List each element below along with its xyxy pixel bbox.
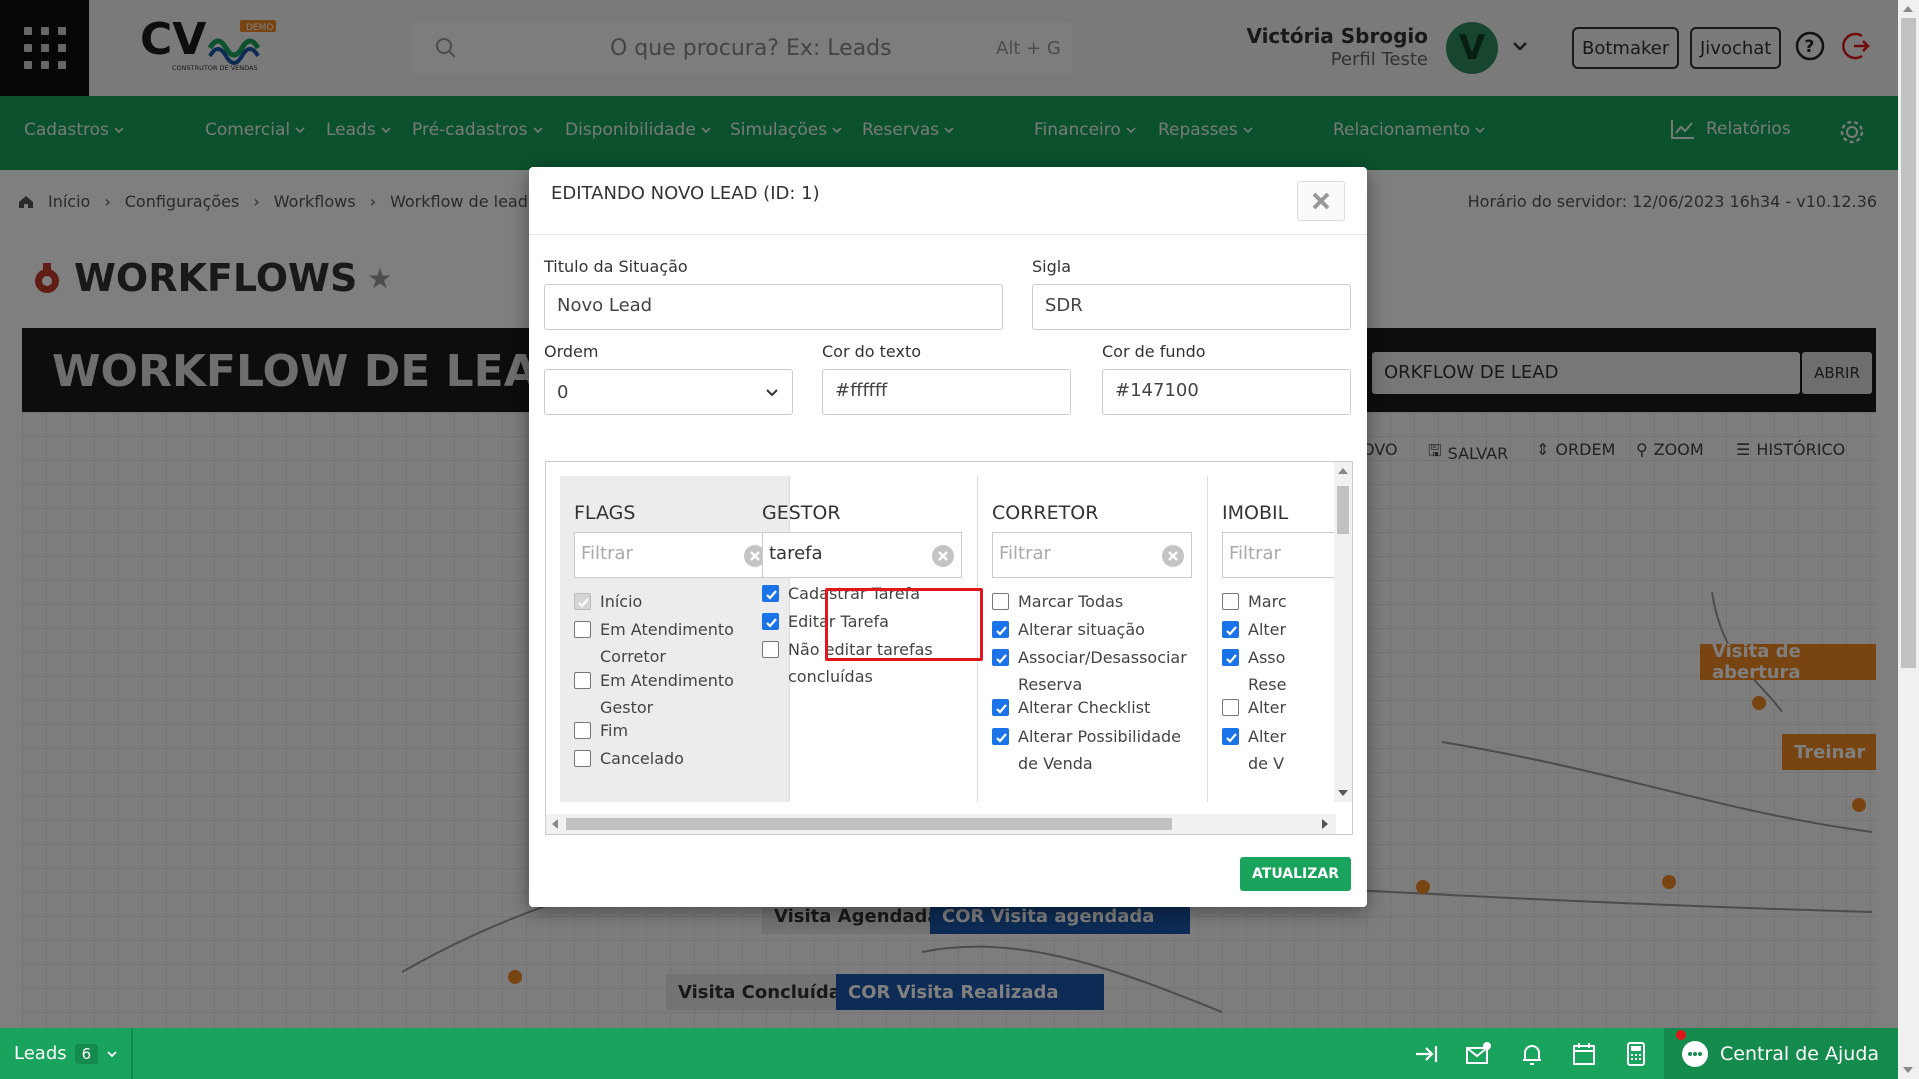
chevron-down-icon	[107, 1050, 117, 1057]
collapse-right-icon[interactable]	[1412, 1040, 1440, 1068]
titulo-label: Titulo da Situação	[544, 257, 688, 276]
mail-star-icon[interactable]	[1464, 1040, 1492, 1068]
perm-imob-marcar[interactable]: Marc	[1222, 588, 1348, 615]
gestor-filter-input[interactable]: tarefa	[762, 532, 962, 578]
page-scrollbar[interactable]	[1898, 0, 1919, 1079]
update-button[interactable]: ATUALIZAR	[1240, 857, 1351, 891]
calendar-icon[interactable]	[1570, 1040, 1598, 1068]
cor-texto-input[interactable]: #ffffff	[822, 369, 1071, 415]
modal-title: EDITANDO NOVO LEAD (ID: 1)	[551, 183, 820, 204]
close-button[interactable]	[1297, 181, 1345, 221]
calculator-icon[interactable]	[1622, 1040, 1650, 1068]
perm-corretor-alterar-situacao[interactable]: Alterar situação	[992, 616, 1202, 643]
column-title: CORRETOR	[992, 502, 1099, 524]
edit-status-modal: EDITANDO NOVO LEAD (ID: 1) Titulo da Sit…	[529, 167, 1367, 907]
sigla-label: Sigla	[1032, 257, 1072, 276]
cor-fundo-label: Cor de fundo	[1102, 342, 1206, 361]
leads-count-badge: 6	[74, 1043, 99, 1064]
imobiliaria-column: IMOBIL Filtrar Marc Alter Asso Rese Alte…	[1208, 476, 1348, 802]
help-center-button[interactable]: Central de Ajuda	[1664, 1028, 1898, 1079]
bell-icon[interactable]	[1518, 1040, 1546, 1068]
perm-corretor-alterar-possibilidade[interactable]: Alterar Possibilidade de Venda	[992, 723, 1202, 777]
column-title: GESTOR	[762, 502, 841, 524]
ordem-label: Ordem	[544, 342, 599, 361]
permissions-horizontal-scrollbar[interactable]	[546, 814, 1336, 834]
cor-texto-label: Cor do texto	[822, 342, 922, 361]
corretor-column: CORRETOR Filtrar Marcar Todas Alterar si…	[978, 476, 1208, 802]
corretor-filter-input[interactable]: Filtrar	[992, 532, 1192, 578]
perm-corretor-alterar-checklist[interactable]: Alterar Checklist	[992, 694, 1202, 721]
perm-imob-associar[interactable]: Asso Rese	[1222, 644, 1302, 698]
page-scrollbar-thumb[interactable]	[1901, 18, 1916, 668]
chevron-down-icon	[766, 389, 778, 397]
perm-imob-alterar-situacao[interactable]: Alter	[1222, 616, 1348, 643]
ordem-select[interactable]: 0	[544, 369, 793, 415]
bottom-bar: Leads 6 Central de Ajuda	[0, 1028, 1898, 1079]
perm-corretor-marcar-todas[interactable]: Marcar Todas	[992, 588, 1202, 615]
highlight-box	[825, 588, 983, 661]
column-title: FLAGS	[574, 502, 636, 524]
flags-filter-input[interactable]: Filtrar	[574, 532, 774, 578]
close-icon	[1312, 192, 1330, 210]
perm-imob-alterar-possibilidade[interactable]: Alter de V	[1222, 723, 1302, 777]
cor-fundo-input[interactable]: #147100	[1102, 369, 1351, 415]
perm-corretor-associar-reserva[interactable]: Associar/Desassociar Reserva	[992, 644, 1202, 698]
perm-imob-alterar-checklist[interactable]: Alter	[1222, 694, 1348, 721]
titulo-input[interactable]: Novo Lead	[544, 284, 1003, 330]
clear-icon[interactable]	[1161, 544, 1185, 568]
notification-dot	[1676, 1030, 1686, 1040]
chat-icon	[1682, 1040, 1708, 1067]
imobiliaria-filter-input[interactable]: Filtrar	[1222, 532, 1348, 578]
sigla-input[interactable]: SDR	[1032, 284, 1351, 330]
leads-dock[interactable]: Leads 6	[14, 1043, 118, 1064]
clear-icon[interactable]	[931, 544, 955, 568]
column-title: IMOBIL	[1222, 502, 1289, 524]
permissions-vertical-scrollbar[interactable]	[1334, 462, 1352, 802]
